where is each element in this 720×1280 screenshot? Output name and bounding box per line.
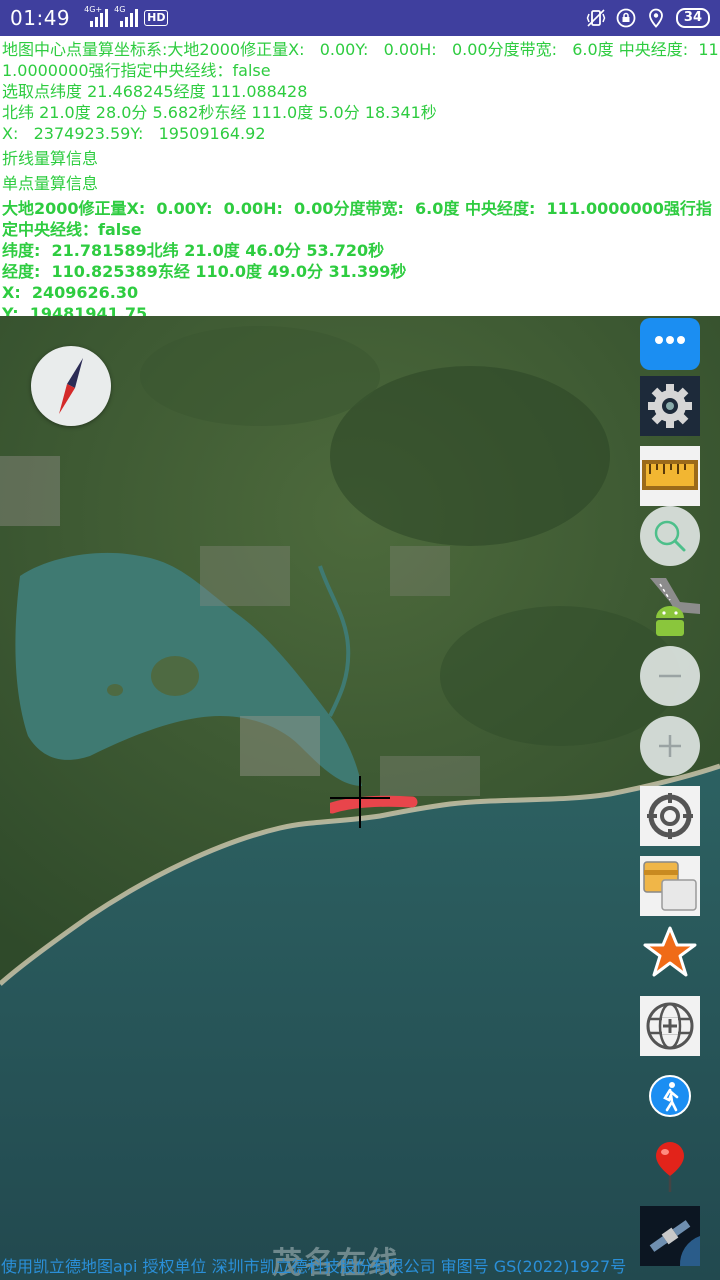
single-point-measure-heading: 单点量算信息 bbox=[2, 174, 99, 193]
zoom-out-icon bbox=[659, 674, 681, 678]
status-bar: 01:49 4G+ 4G HD 34 bbox=[0, 0, 720, 36]
selected-point-latlng: 选取点纬度 21.468245经度 111.088428 bbox=[2, 82, 308, 101]
compass-icon bbox=[59, 358, 83, 414]
map-pin-icon bbox=[656, 1142, 684, 1192]
vibrate-icon bbox=[586, 8, 606, 28]
measure-line bbox=[326, 795, 418, 814]
target-icon bbox=[647, 793, 693, 839]
ruler-icon bbox=[642, 460, 698, 490]
network-type-label: 4G+ bbox=[84, 5, 103, 14]
compass-button[interactable] bbox=[31, 346, 111, 426]
location-icon bbox=[646, 8, 666, 28]
crosshair-marker bbox=[326, 776, 418, 828]
star-icon bbox=[643, 926, 697, 977]
battery-icon: 34 bbox=[675, 8, 710, 28]
layers-button[interactable] bbox=[640, 856, 700, 916]
layers-icon bbox=[643, 861, 697, 911]
single-point-x: X: 2409626.30 bbox=[2, 283, 139, 302]
chat-button[interactable] bbox=[640, 318, 700, 370]
locate-button[interactable] bbox=[640, 786, 700, 846]
search-button[interactable] bbox=[640, 506, 700, 566]
satellite-map[interactable] bbox=[0, 316, 720, 1280]
center-point-info: 地图中心点量算坐标系:大地2000修正量X: 0.00Y: 0.00H: 0.0… bbox=[2, 40, 719, 80]
signal-icon: 4G bbox=[114, 5, 139, 27]
selected-point-xy: X: 2374923.59Y: 19509164.92 bbox=[2, 124, 266, 143]
polyline-measure-heading: 折线量算信息 bbox=[2, 149, 99, 168]
single-point-coord-system: 大地2000修正量X: 0.00Y: 0.00H: 0.00分度带宽: 6.0度… bbox=[2, 199, 712, 239]
zoom-out-button[interactable] bbox=[640, 646, 700, 706]
measurement-info-panel: 地图中心点量算坐标系:大地2000修正量X: 0.00Y: 0.00H: 0.0… bbox=[0, 36, 720, 316]
selected-point-dms: 北纬 21.0度 28.0分 5.682秒东经 111.0度 5.0分 18.3… bbox=[2, 103, 437, 122]
gear-icon bbox=[648, 384, 692, 428]
favorites-button[interactable] bbox=[640, 922, 700, 982]
single-point-y: Y: 19481941.75 bbox=[2, 304, 148, 316]
zoom-in-icon bbox=[659, 735, 681, 757]
walk-button[interactable] bbox=[640, 1066, 700, 1126]
android-road-icon bbox=[650, 578, 700, 636]
walk-icon bbox=[649, 1075, 691, 1117]
road-button[interactable] bbox=[640, 578, 700, 638]
single-point-longitude: 经度: 110.825389东经 110.0度 49.0分 31.399秒 bbox=[2, 262, 407, 281]
map-attribution: 使用凯立德地图api 授权单位 深圳市凯立德科技股份有限公司 审图号 GS(20… bbox=[1, 1257, 627, 1276]
settings-button[interactable] bbox=[640, 376, 700, 436]
chat-icon bbox=[644, 324, 696, 366]
ruler-button[interactable] bbox=[640, 446, 700, 506]
lock-icon bbox=[616, 8, 636, 28]
pin-button[interactable] bbox=[640, 1136, 700, 1196]
search-icon bbox=[654, 520, 686, 552]
zoom-in-button[interactable] bbox=[640, 716, 700, 776]
signal-icon: 4G+ bbox=[84, 5, 109, 27]
status-time: 01:49 bbox=[10, 6, 71, 30]
hd-icon: HD bbox=[144, 10, 169, 26]
single-point-latitude: 纬度: 21.781589北纬 21.0度 46.0分 53.720秒 bbox=[2, 241, 385, 260]
network-type-label: 4G bbox=[114, 5, 126, 14]
globe-add-button[interactable] bbox=[640, 996, 700, 1056]
globe-plus-icon bbox=[646, 1002, 694, 1050]
